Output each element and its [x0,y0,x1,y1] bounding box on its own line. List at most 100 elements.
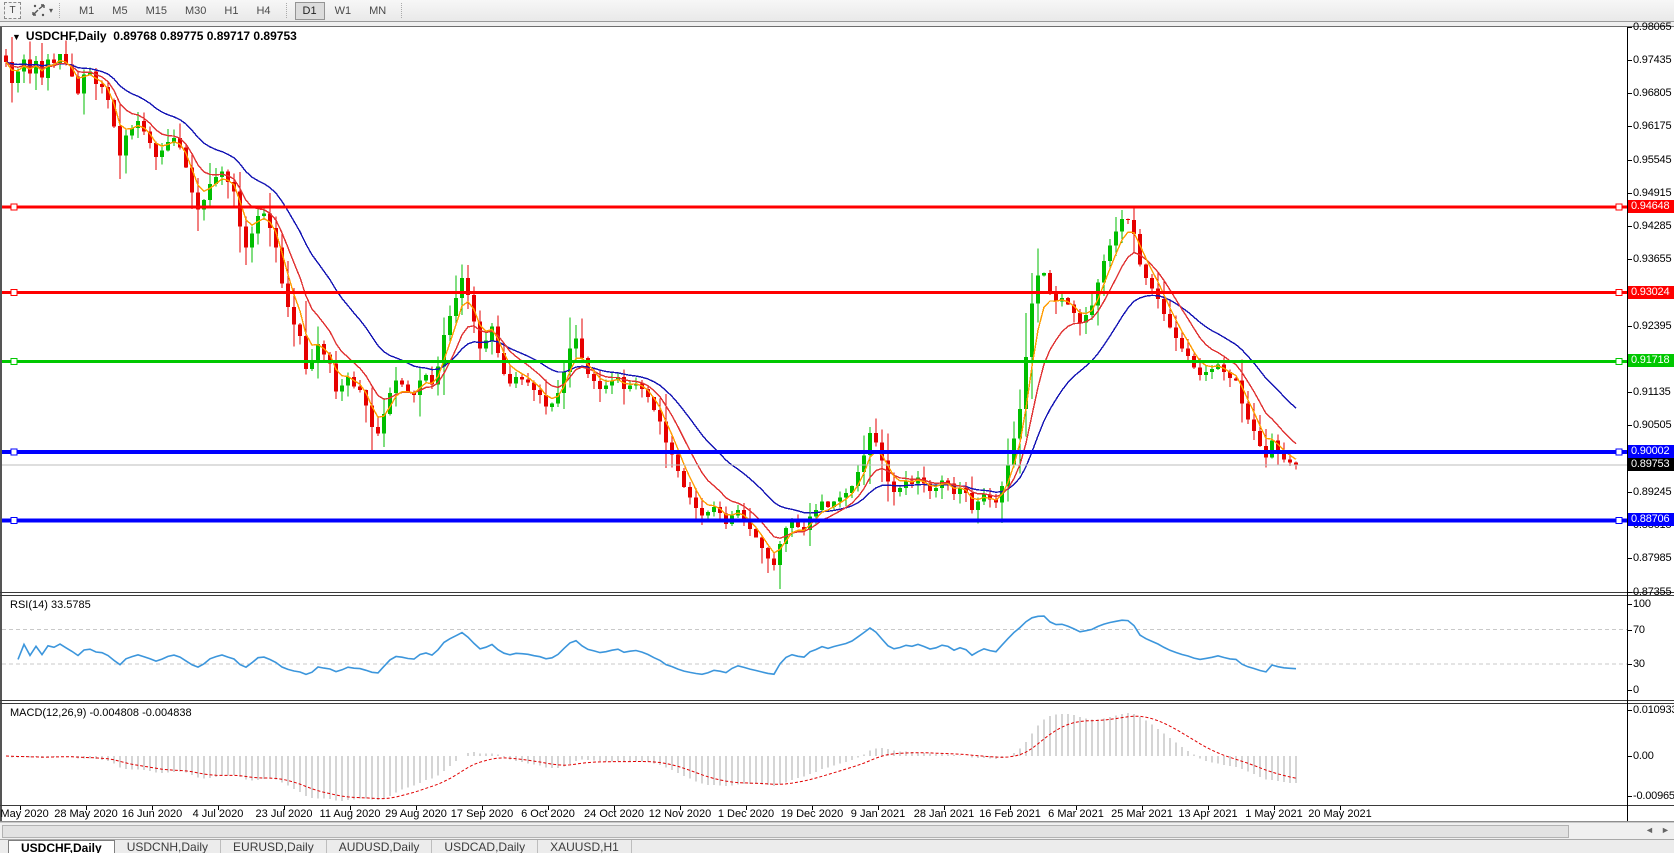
candle-body [682,471,686,487]
macd-tick-label: 0.00 [1633,750,1654,762]
candle-body [1204,371,1208,376]
line-handle[interactable] [1615,357,1623,365]
candle-body [4,55,8,62]
line-handle[interactable] [10,448,18,456]
scroll-left-icon[interactable]: ◄ [1642,824,1657,837]
candle-body [1210,368,1214,372]
price-tick [1627,591,1632,593]
price-tick [1627,558,1632,560]
candle-body [766,548,770,559]
candle-body [256,215,260,234]
line-handle[interactable] [1615,516,1623,524]
candle-body [286,283,290,308]
candle-body [604,385,608,389]
line-handle[interactable] [10,203,18,211]
tab-usdchf[interactable]: USDCHF,Daily [8,840,115,853]
candle-body [526,379,530,383]
macd-tick [1627,796,1632,798]
candle-body [1186,348,1190,357]
price-tick-label: 0.96175 [1633,120,1672,133]
line-handle[interactable] [1615,203,1623,211]
rsi-tick-label: 30 [1633,658,1645,671]
macd-tick [1627,756,1632,757]
candle-body [490,326,494,341]
candle-body [1168,313,1172,328]
date-label: 1 Dec 2020 [717,808,775,820]
date-label: 13 Apr 2021 [1178,808,1238,820]
date-label: 19 Dec 2020 [780,808,844,820]
price-tick [1627,226,1632,228]
candle-body [772,558,776,565]
date-axis-border [0,805,1674,806]
price-tick-label: 0.95545 [1633,153,1672,166]
candle-body [592,374,596,381]
symbol-dropdown-icon[interactable]: ▼ [12,32,21,42]
tab-usdcnh[interactable]: USDCNH,Daily [115,840,222,853]
tab-audusd[interactable]: AUDUSD,Daily [327,840,433,853]
candle-body [1036,275,1040,304]
price-tick-label: 0.87355 [1633,585,1672,598]
panel-separator[interactable] [0,700,1674,701]
candle-body [460,278,464,299]
date-label: 6 Oct 2020 [521,808,575,820]
candle-body [874,433,878,443]
tab-xauusd[interactable]: XAUUSD,H1 [538,840,632,853]
price-tick-label: 0.89245 [1633,485,1672,498]
price-tick [1627,26,1632,28]
scroll-right-icon[interactable]: ► [1658,824,1673,837]
line-handle[interactable] [10,357,18,365]
date-label: 28 May 2020 [54,808,118,820]
price-tick [1627,126,1632,128]
scrollbar-thumb[interactable] [2,825,1569,838]
candle-body [826,501,830,507]
candle-body [544,395,548,407]
price-tick [1627,392,1632,394]
candle-body [1126,219,1130,221]
rsi-line [17,615,1297,676]
candle-body [1108,245,1112,262]
rsi-tick-label: 100 [1633,597,1651,610]
symbol-title: USDCHF,Daily [25,29,107,43]
candle-body [1048,272,1052,292]
line-handle[interactable] [10,516,18,524]
date-label: 16 Feb 2021 [979,808,1041,820]
line-handle[interactable] [10,289,18,297]
macd-signal-line [5,715,1297,800]
candle-body [250,233,254,248]
candle-body [520,377,524,380]
candle-body [382,414,386,434]
panel-separator[interactable] [0,592,1674,593]
candle-body [1162,299,1166,314]
candle-body [694,497,698,508]
candle-body [1030,303,1034,358]
candle-body [712,506,716,513]
price-tick-label: 0.94285 [1633,220,1672,233]
candle-body [1252,419,1256,431]
candle-body [598,380,602,389]
price-tick-label: 0.98065 [1633,20,1672,33]
price-tick-label: 0.90505 [1633,419,1672,432]
candle-body [838,497,842,502]
price-tick [1627,159,1632,161]
candle-body [454,298,458,316]
rsi-tick-label: 70 [1633,623,1645,636]
macd-label: MACD(12,26,9) -0.004808 -0.004838 [10,707,192,719]
tab-eurusd[interactable]: EURUSD,Daily [221,840,327,853]
candle-body [1288,459,1292,463]
date-label: 9 Jan 2021 [850,808,906,820]
candle-body [550,403,554,407]
line-handle[interactable] [1615,448,1623,456]
candle-body [304,336,308,369]
candle-body [676,454,680,471]
line-price-badge: 0.90002 [1628,444,1674,458]
candle-body [1114,231,1118,246]
ma-fast-line [5,59,1297,554]
ohlc-values: 0.89768 0.89775 0.89717 0.89753 [113,29,297,43]
candle-body [346,377,350,386]
horizontal-scrollbar[interactable]: ◄ ► [0,822,1674,839]
tab-usdcad[interactable]: USDCAD,Daily [432,840,539,853]
line-handle[interactable] [1615,289,1623,297]
candle-body [340,385,344,392]
candlestick-chart-canvas[interactable] [0,0,1674,853]
rsi-tick-label: 0 [1633,684,1639,696]
